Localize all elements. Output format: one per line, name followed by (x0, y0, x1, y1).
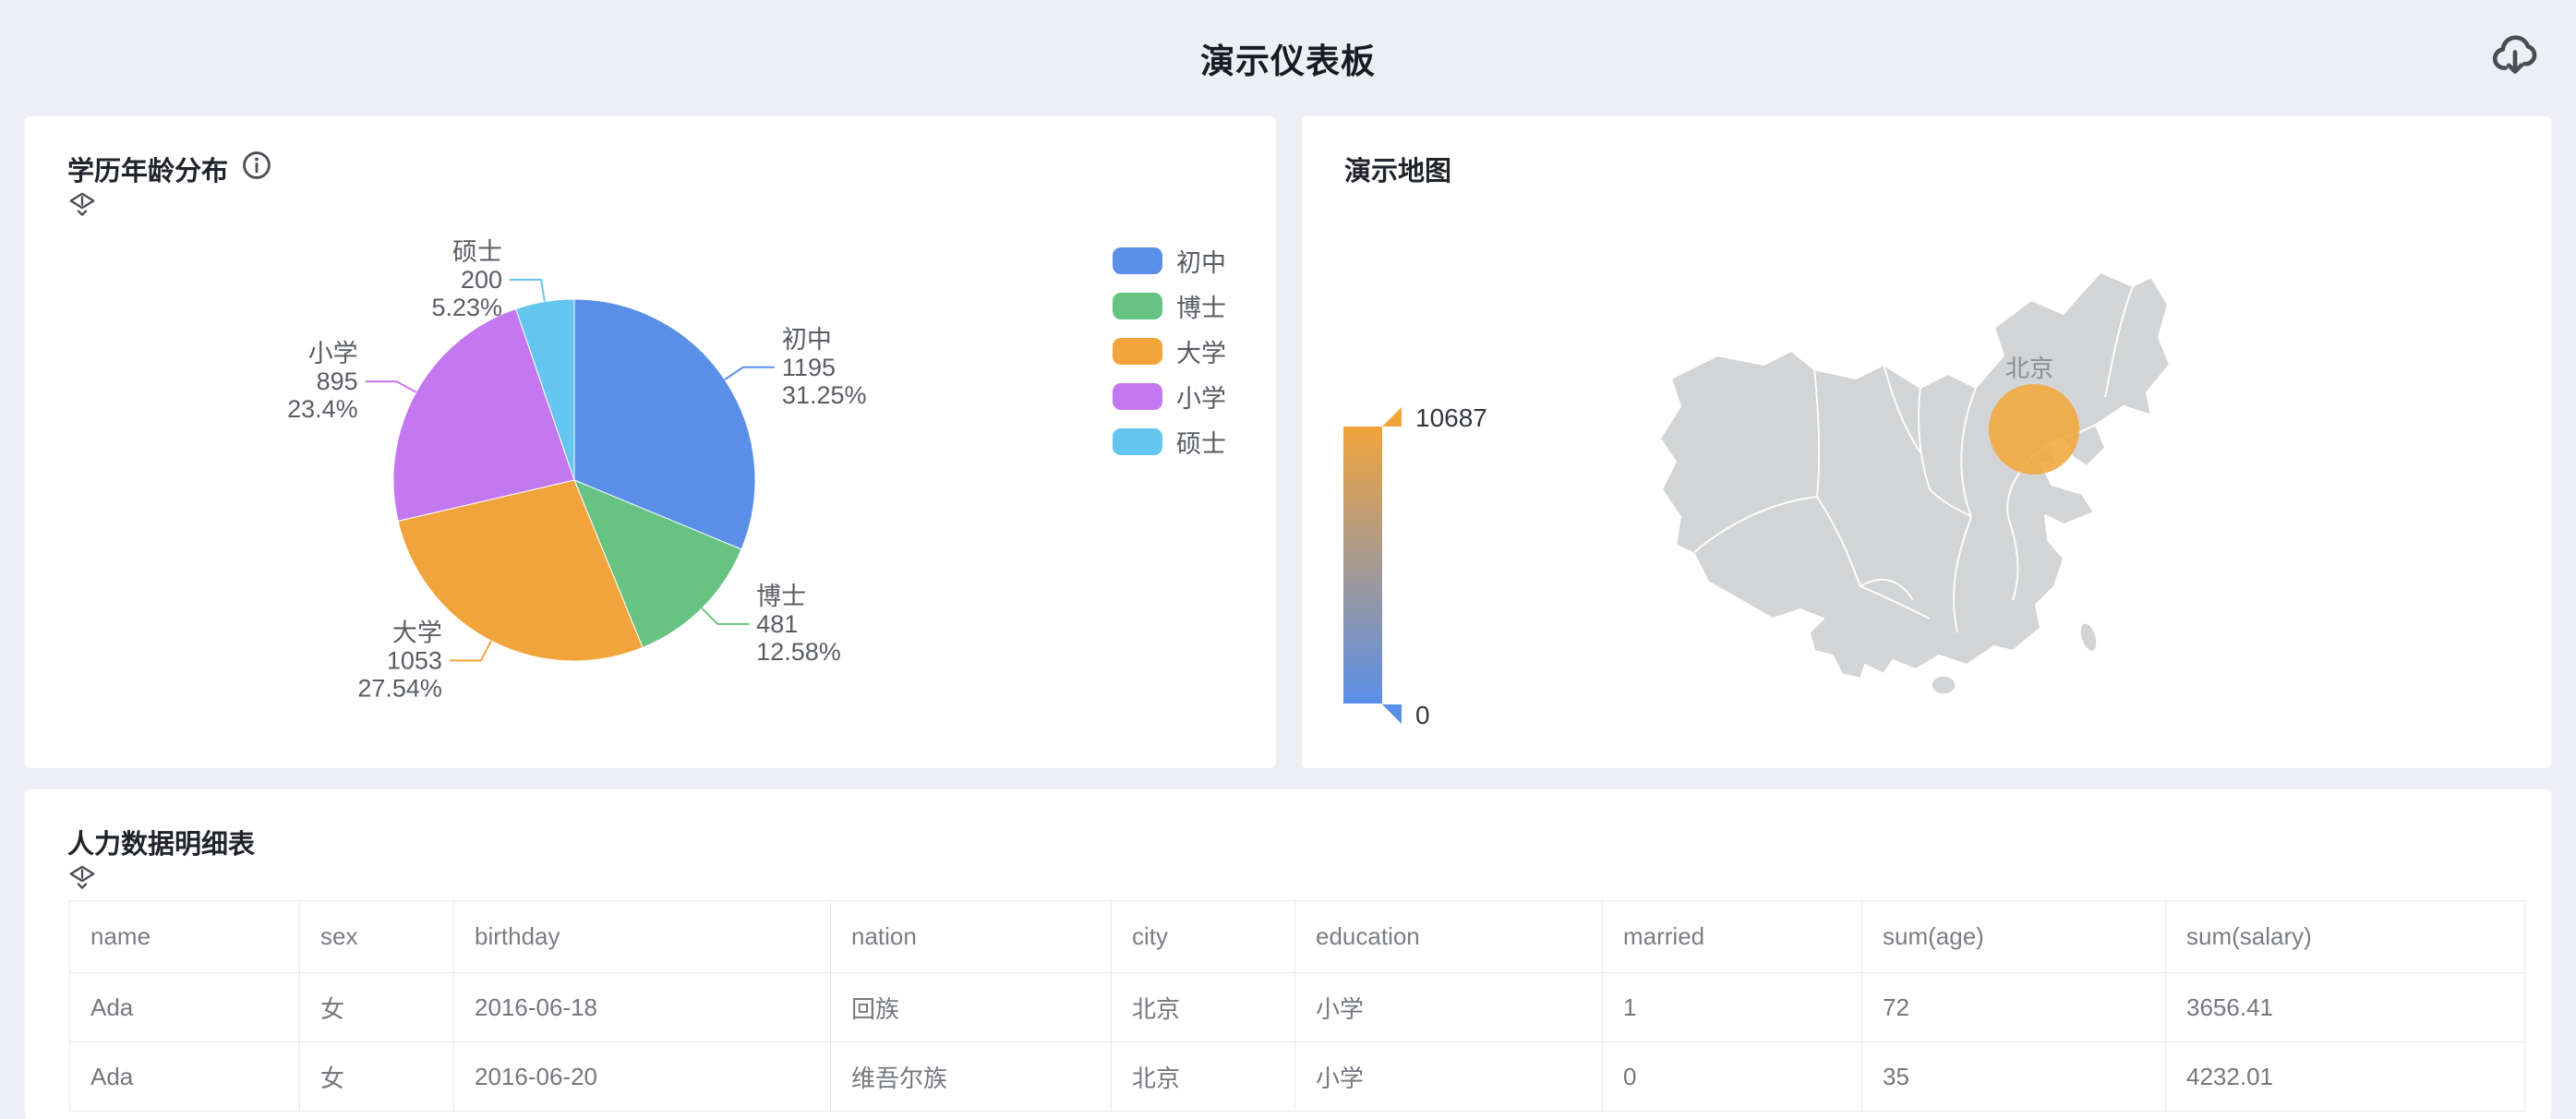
top-bar: 演示仪表板 (0, 0, 2576, 116)
visual-range-legend: 10687 0 (1343, 407, 1583, 730)
visual-range-min-label: 0 (1415, 701, 1430, 730)
hr-table: namesexbirthdaynationcityeducationmarrie… (69, 900, 2525, 1112)
table-cell: 0 (1603, 1042, 1862, 1112)
legend-label: 硕士 (1176, 424, 1226, 460)
table-card: 人力数据明细表 namesexbirthdaynationcityeducati… (25, 789, 2551, 1119)
table-cell: 1 (1603, 973, 1862, 1042)
cloud-download-icon (2489, 30, 2541, 86)
education-pie-chart: 初中119531.25% 博士48112.58% 大学105327.54% 小学895… (25, 116, 1276, 768)
pie-legend: 初中博士大学小学硕士 (1113, 247, 1226, 455)
visual-range-max-label: 10687 (1415, 403, 1487, 433)
table-header-cell: education (1295, 901, 1603, 973)
beijing-label: 北京 (2005, 355, 2053, 382)
pie-label-4: 硕士2005.23% (431, 238, 502, 321)
table-header-cell: married (1603, 901, 1862, 973)
pie-label-3: 小学89523.4% (287, 340, 358, 423)
table-cell: 回族 (831, 973, 1112, 1042)
table-cell: 2016-06-18 (454, 973, 831, 1042)
legend-item-0[interactable]: 初中 (1113, 247, 1226, 274)
taiwan-island (2076, 620, 2100, 653)
pie-card: 学历年龄分布 初中119531.25%博士48112.58%大学105327.5… (25, 116, 1276, 768)
china-map: 北京 (1653, 268, 2207, 702)
legend-item-2[interactable]: 大学 (1113, 338, 1226, 365)
legend-item-1[interactable]: 博士 (1113, 293, 1226, 319)
map-card: 演示地图 10687 0 (1302, 116, 2551, 768)
legend-label: 初中 (1176, 243, 1226, 279)
export-button[interactable] (2486, 28, 2545, 87)
table-cell: 女 (300, 1042, 454, 1112)
table-card-title-text: 人力数据明细表 (67, 823, 255, 861)
legend-label: 博士 (1176, 288, 1226, 324)
dashboard: 演示仪表板 学历年龄分布 (0, 0, 2576, 1119)
visual-range-max-handle[interactable] (1382, 407, 1402, 427)
map-card-title-text: 演示地图 (1344, 150, 1451, 188)
table-row[interactable]: Ada女2016-06-20维吾尔族北京小学0354232.01 (70, 1042, 2525, 1112)
pie-label-line-4 (510, 280, 545, 302)
pie-label-2: 大学105327.54% (357, 619, 442, 702)
legend-swatch (1113, 383, 1162, 410)
table-cell: 小学 (1295, 973, 1603, 1042)
hr-table-body: Ada女2016-06-18回族北京小学1723656.41Ada女2016-0… (70, 973, 2525, 1112)
pie-label-line-0 (725, 367, 775, 379)
table-header-cell: birthday (454, 901, 831, 973)
legend-item-3[interactable]: 小学 (1113, 383, 1226, 410)
hr-table-head: namesexbirthdaynationcityeducationmarrie… (70, 901, 2525, 973)
china-map-shape[interactable] (1660, 272, 2170, 694)
table-header-cell: nation (831, 901, 1112, 973)
beijing-bubble[interactable] (1989, 384, 2079, 475)
visual-range-gradient-bar (1343, 427, 1382, 704)
table-cell: 维吾尔族 (831, 1042, 1112, 1112)
legend-label: 小学 (1176, 379, 1226, 415)
table-header-cell: sum(salary) (2166, 901, 2525, 973)
table-cell: Ada (70, 1042, 300, 1112)
pie-label-line-3 (366, 381, 416, 392)
table-cell: 72 (1862, 973, 2166, 1042)
table-header-cell: name (70, 901, 300, 973)
visual-range-min-handle[interactable] (1382, 704, 1402, 724)
legend-swatch (1113, 247, 1162, 274)
table-cell: 北京 (1112, 973, 1295, 1042)
table-cell: 4232.01 (2166, 1042, 2525, 1112)
legend-label: 大学 (1176, 333, 1226, 369)
table-card-title: 人力数据明细表 (67, 823, 255, 861)
drill-icon[interactable] (69, 865, 95, 889)
pie-label-0: 初中119531.25% (782, 326, 867, 409)
pie-label-line-1 (702, 608, 749, 624)
hainan-island (1932, 676, 1956, 694)
table-cell: Ada (70, 973, 300, 1042)
pie-label-line-2 (450, 641, 491, 660)
table-header-cell: city (1112, 901, 1295, 973)
table-header-cell: sex (300, 901, 454, 973)
map-card-title: 演示地图 (1344, 150, 1451, 188)
legend-swatch (1113, 293, 1162, 319)
table-cell: 女 (300, 973, 454, 1042)
table-row[interactable]: Ada女2016-06-18回族北京小学1723656.41 (70, 973, 2525, 1042)
pie-label-1: 博士48112.58% (756, 583, 841, 666)
legend-swatch (1113, 428, 1162, 455)
table-cell: 3656.41 (2166, 973, 2525, 1042)
table-cell: 2016-06-20 (454, 1042, 831, 1112)
table-cell: 35 (1862, 1042, 2166, 1112)
legend-item-4[interactable]: 硕士 (1113, 428, 1226, 455)
legend-swatch (1113, 338, 1162, 365)
table-cell: 小学 (1295, 1042, 1603, 1112)
table-header-cell: sum(age) (1862, 901, 2166, 973)
page-title: 演示仪表板 (0, 33, 2576, 83)
table-cell: 北京 (1112, 1042, 1295, 1112)
